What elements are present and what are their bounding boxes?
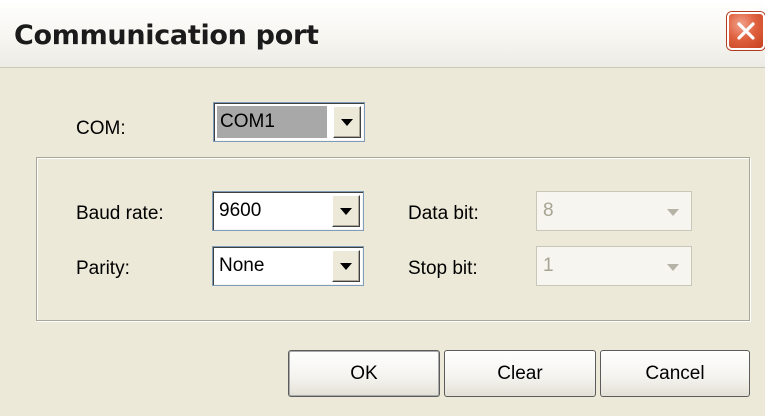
parity-dropdown-button[interactable] [332, 250, 360, 282]
stop-bit-value: 1 [543, 255, 554, 276]
baud-rate-dropdown-button[interactable] [332, 195, 360, 227]
chevron-down-icon [667, 264, 679, 271]
close-icon [737, 22, 755, 40]
com-value: COM1 [220, 111, 275, 132]
com-dropdown-button[interactable] [333, 106, 361, 138]
title-bar: Communication port [0, 0, 765, 68]
chevron-down-icon [340, 263, 352, 270]
clear-button[interactable]: Clear [444, 350, 596, 397]
data-bit-value: 8 [543, 200, 554, 221]
baud-rate-value: 9600 [219, 200, 262, 221]
chevron-down-icon [340, 208, 352, 215]
dialog-title: Communication port [14, 20, 319, 51]
com-select[interactable]: COM1 [213, 102, 365, 142]
data-bit-dropdown-button [660, 195, 688, 227]
ok-button[interactable]: OK [288, 350, 440, 397]
data-bit-select: 8 [536, 191, 692, 231]
parity-value: None [219, 255, 265, 276]
parity-select[interactable]: None [212, 246, 364, 286]
cancel-button[interactable]: Cancel [600, 350, 750, 397]
stop-bit-dropdown-button [660, 250, 688, 282]
parity-label: Parity: [76, 258, 130, 279]
close-button[interactable] [727, 12, 765, 50]
stop-bit-select: 1 [536, 246, 692, 286]
communication-port-dialog: Communication port COM: COM1 Baud rate: … [0, 0, 765, 416]
baud-rate-label: Baud rate: [76, 203, 164, 224]
data-bit-label: Data bit: [408, 203, 479, 224]
chevron-down-icon [667, 209, 679, 216]
stop-bit-label: Stop bit: [408, 258, 478, 279]
chevron-down-icon [341, 119, 353, 126]
serial-settings-group [36, 157, 750, 321]
baud-rate-select[interactable]: 9600 [212, 191, 364, 231]
com-label: COM: [76, 118, 126, 139]
